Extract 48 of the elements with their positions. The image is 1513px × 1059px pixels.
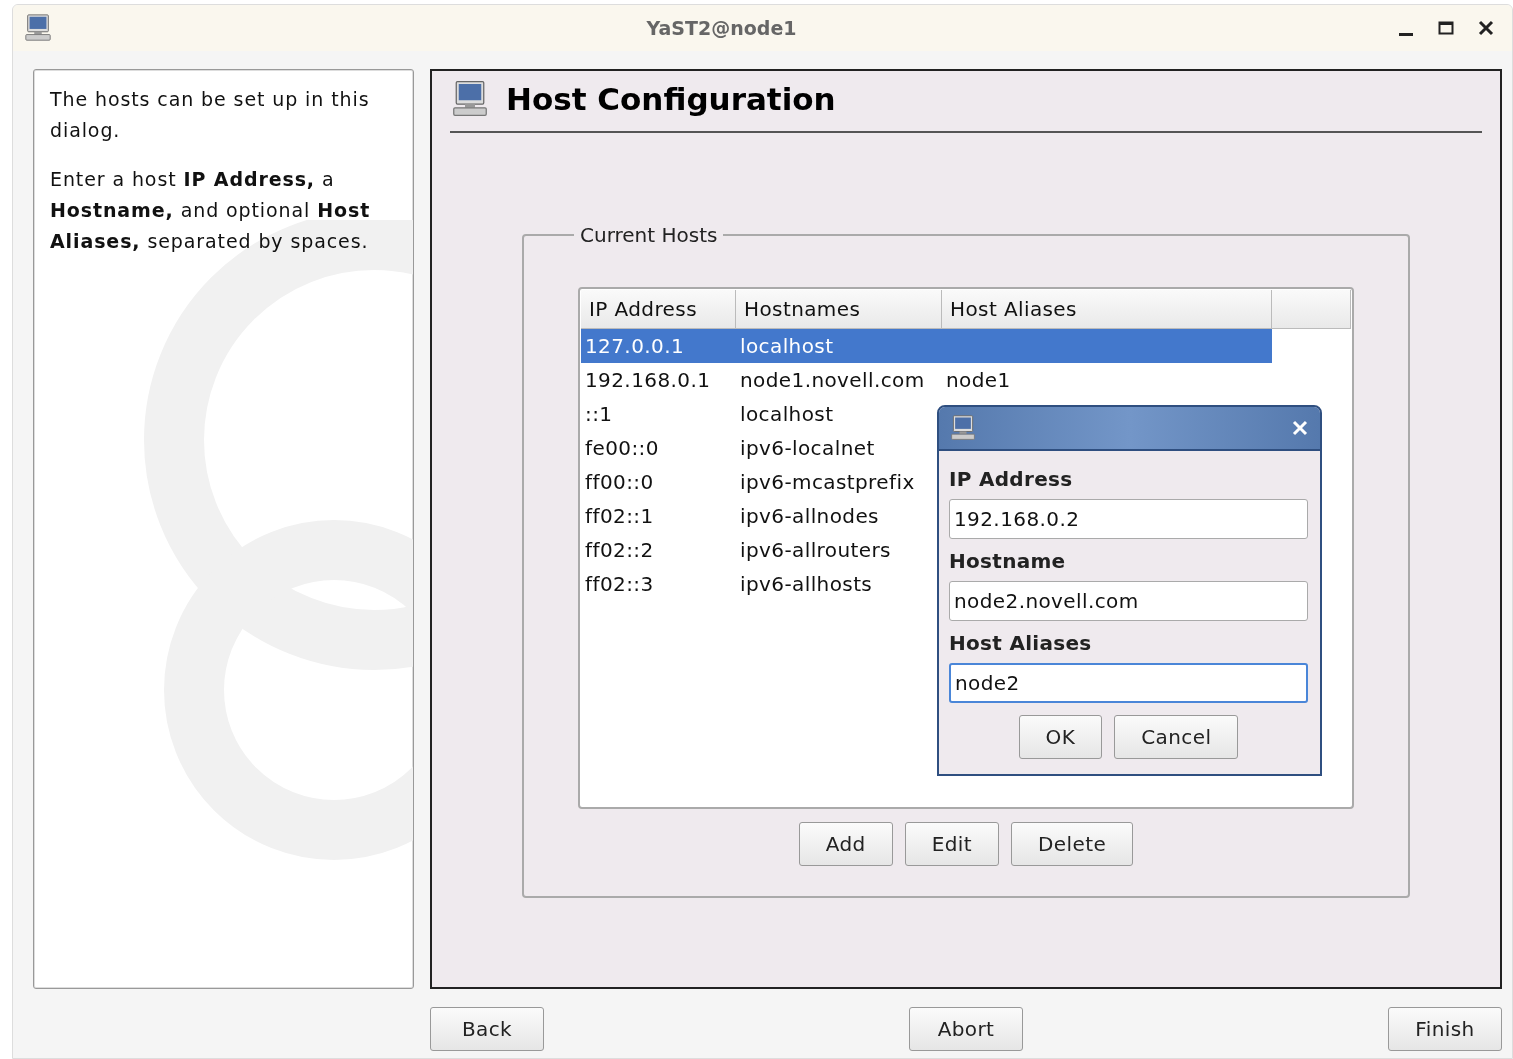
close-icon (1292, 420, 1308, 436)
table-cell-text: node1.novell.com (739, 368, 926, 392)
page-title: Host Configuration (506, 81, 836, 117)
table-cell-text: node1 (945, 368, 1012, 392)
computer-icon (450, 79, 490, 119)
table-row[interactable]: 127.0.0.1 localhost (581, 329, 1272, 363)
help-text: Enter a host IP Address, a Hostname, and optional Host Aliases, separated by spaces. (50, 167, 372, 254)
table-cell-text: ::1 (584, 402, 614, 426)
table-cell-text: localhost (739, 334, 835, 358)
window-title: YaST2@node1 (645, 17, 798, 39)
field-label: Host Aliases (949, 630, 1093, 657)
dialog-button[interactable]: Cancel (1114, 715, 1239, 759)
table-cell-text: localhost (739, 402, 835, 426)
table-cell-text: ff00::0 (584, 470, 655, 494)
table-cell-text: fe00::0 (584, 436, 660, 460)
close-icon (1478, 20, 1494, 36)
table-action-button[interactable]: Edit (904, 822, 1000, 866)
column-header[interactable]: Hostnames (736, 290, 942, 329)
table-action-button[interactable]: Add (798, 822, 893, 866)
minimize-icon (1399, 32, 1413, 36)
maximize-icon (1438, 20, 1454, 36)
table-row[interactable]: 192.168.0.1 node1.novell.com node1 (581, 363, 1272, 397)
computer-icon (23, 13, 53, 43)
footer-button[interactable]: Back (430, 1007, 544, 1051)
field-label: Hostname (949, 548, 1067, 575)
table-cell-text: ipv6-allhosts (739, 572, 874, 596)
frame-label: Current Hosts (579, 223, 719, 247)
table-cell-text: ipv6-localnet (739, 436, 876, 460)
computer-icon (949, 414, 977, 442)
table-cell-text: ff02::1 (584, 504, 655, 528)
input-field[interactable]: node2 (949, 663, 1308, 703)
input-field[interactable]: node2.novell.com (949, 581, 1308, 621)
field-label: IP Address (949, 466, 1074, 493)
table-cell-text: ff02::3 (584, 572, 655, 596)
table-cell-text: ipv6-mcastprefix (739, 470, 916, 494)
input-field[interactable]: 192.168.0.2 (949, 499, 1308, 539)
dialog-button[interactable]: OK (1018, 715, 1103, 759)
table-cell-text: ipv6-allrouters (739, 538, 892, 562)
table-action-button[interactable]: Delete (1011, 822, 1134, 866)
table-cell-text: ipv6-allnodes (739, 504, 880, 528)
column-header[interactable]: Host Aliases (942, 290, 1272, 329)
table-cell-text: 192.168.0.1 (584, 368, 712, 392)
footer-button[interactable]: Finish (1388, 1007, 1502, 1051)
table-cell-text: 127.0.0.1 (584, 334, 686, 358)
table-cell-text: ff02::2 (584, 538, 655, 562)
help-text: The hosts can be set up in this dialog. (50, 87, 371, 143)
column-header[interactable]: IP Address (581, 290, 736, 329)
footer-button[interactable]: Abort (909, 1007, 1023, 1051)
